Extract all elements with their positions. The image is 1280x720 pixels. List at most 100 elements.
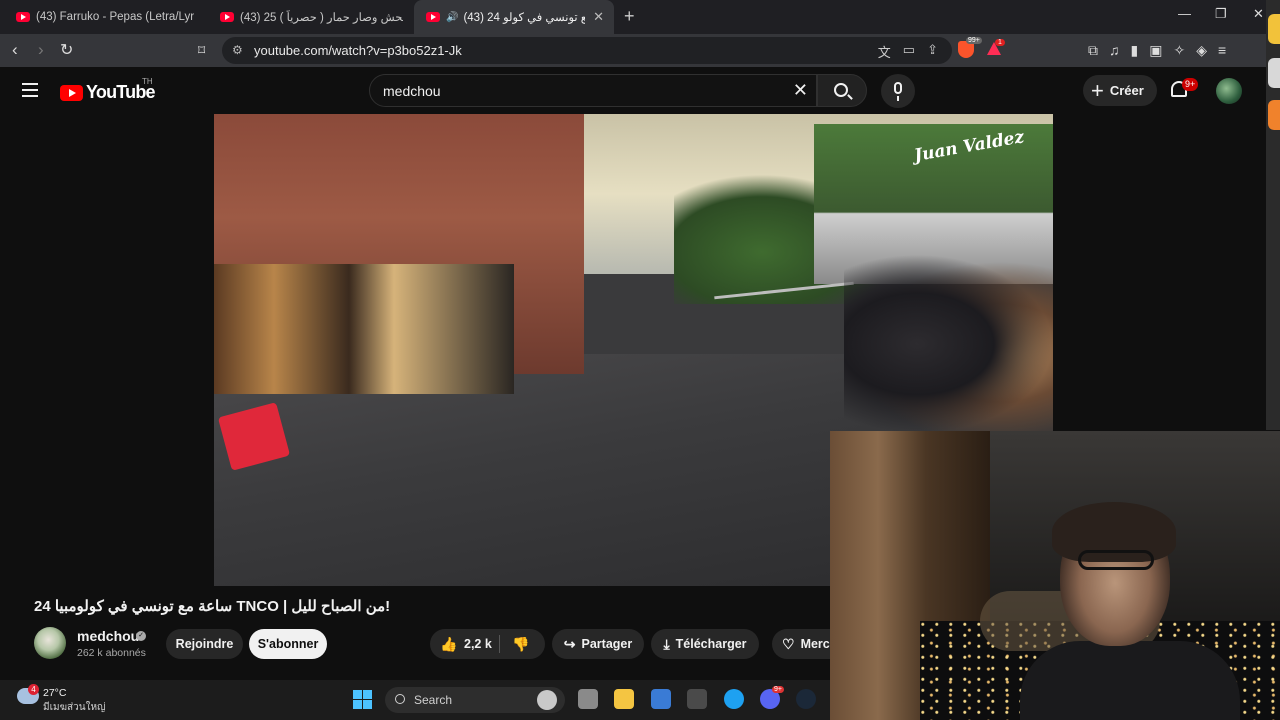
tab-title: (43) كبر الجحش وصار حمار ( حصرياً ) 25 [240,12,403,24]
menu-icon[interactable]: ≡ [1218,42,1226,59]
browser-toolbar: ‹ › ↻ ⌑ ⚙ youtube.com/watch?v=p3bo52z1-J… [0,34,1280,67]
share-label: Partager [581,637,633,651]
heart-dollar-icon: ♡ [782,635,795,652]
webcam-streamer [1020,502,1240,720]
weather-badge: 4 [28,684,39,695]
windows-taskbar: 4 27°C มีเมฆส่วนใหญ่ Search [0,680,830,720]
address-bar[interactable]: ⚙ youtube.com/watch?v=p3bo52z1-Jk 文 ▭ ⇪ [222,37,952,64]
cart-extension-icon[interactable] [1268,58,1280,88]
verified-check-icon: ✓ [136,631,146,641]
youtube-favicon-icon [426,12,440,22]
clear-search-icon[interactable]: ✕ [793,80,808,101]
webcam-overlay [830,431,1280,720]
search-input[interactable]: medchou ✕ [369,74,817,107]
guide-menu-icon[interactable] [22,83,38,97]
wallet-icon[interactable]: ▣ [1149,42,1162,59]
like-dislike-group: 👍 2,2 k 👎 [430,629,545,659]
microphone-icon [894,82,902,94]
subscribe-label: S'abonner [257,637,319,651]
subscribe-button[interactable]: S'abonner [249,629,327,659]
music-icon[interactable]: ♫ [1109,42,1120,59]
screenshot-icon[interactable]: ⧉ [1088,42,1098,59]
thanks-button[interactable]: ♡ Merc [772,629,830,659]
translate-icon[interactable]: 文 [878,42,891,61]
rewards-badge: 1 [995,39,1005,46]
maximize-button[interactable]: ❐ [1215,6,1227,22]
minimize-button[interactable]: — [1178,6,1191,21]
youtube-favicon-icon [220,12,234,22]
microsoft-store-icon[interactable] [651,689,671,709]
share-arrow-icon: ↪ [563,635,576,652]
browser-tab-strip: (43) Farruko - Pepas (Letra/Lyrics) - Yo… [0,0,1280,34]
url-text: youtube.com/watch?v=p3bo52z1-Jk [254,43,462,58]
video-frame-shopfront [214,264,514,394]
extension-icons: ⧉ ♫ ▮ ▣ ✧ ◈ ≡ [1088,42,1226,59]
create-button[interactable]: + Créer [1083,75,1157,106]
youtube-logo[interactable]: YouTube TH [60,77,156,103]
download-label: Télécharger [675,637,747,651]
extension-rail [1266,0,1280,430]
discord-badge: 9+ [772,686,784,693]
dislike-thumb-icon[interactable]: 👎 [512,636,529,653]
site-info-icon[interactable]: ⚙ [232,43,243,57]
tab-title: (43) 24 ساعة مع تونسي في كولو [463,12,586,24]
notification-badge: 9+ [1182,78,1199,91]
search-button[interactable] [817,74,867,107]
plus-icon: + [1091,77,1104,103]
bookmark-icon[interactable]: ⌑ [198,42,205,59]
vpn-icon[interactable]: ◈ [1196,42,1207,59]
tab-current-video[interactable]: 🔊 (43) 24 ساعة مع تونسي في كولو ✕ [414,0,614,34]
youtube-favicon-icon [16,12,30,22]
voice-search-button[interactable] [881,74,915,108]
like-count[interactable]: 2,2 k [464,637,492,651]
like-thumb-icon[interactable]: 👍 [440,636,457,653]
sidebar-icon[interactable]: ▮ [1131,42,1139,59]
search-icon [395,694,405,704]
channel-name[interactable]: medchou [77,628,139,644]
search-icon [834,83,848,97]
leo-ai-icon[interactable]: ✧ [1173,42,1185,59]
edge-browser-icon[interactable] [724,689,744,709]
weather-description[interactable]: มีเมฆส่วนใหญ่ [43,700,106,715]
country-code: TH [142,77,153,86]
app-hexagon-icon[interactable] [687,689,707,709]
cart-extension-icon[interactable] [1268,100,1280,130]
video-title: 24 ساعة مع تونسي في كولومبيا TNCO | من ا… [34,598,391,615]
tab-series[interactable]: (43) كبر الجحش وصار حمار ( حصرياً ) 25 [208,0,413,34]
glasses-icon [1078,550,1154,570]
tab-farruko[interactable]: (43) Farruko - Pepas (Letra/Lyrics) - Yo [4,0,204,34]
screen: (43) Farruko - Pepas (Letra/Lyrics) - Yo… [0,0,1280,720]
cast-icon[interactable]: ▭ [903,42,915,61]
forward-arrow-icon[interactable]: › [38,40,44,60]
video-frame-people [844,254,1053,434]
new-tab-button[interactable]: + [624,6,635,27]
channel-avatar[interactable] [34,627,66,659]
youtube-play-icon [60,84,83,101]
windows-start-icon[interactable] [353,690,372,709]
search-highlight-icon [537,690,557,710]
file-explorer-icon[interactable] [614,689,634,709]
weather-temperature[interactable]: 27°C [43,687,66,699]
close-window-button[interactable]: ✕ [1253,6,1264,22]
download-button[interactable]: ⤓ Télécharger [651,629,759,659]
youtube-header: YouTube TH medchou ✕ + Créer 9+ [0,67,1266,114]
tab-title: (43) Farruko - Pepas (Letra/Lyrics) - Yo [36,11,194,23]
subscriber-count: 262 k abonnés [77,647,146,659]
reload-icon[interactable]: ↻ [60,40,73,60]
close-tab-icon[interactable]: ✕ [585,9,604,25]
share-icon[interactable]: ⇪ [927,42,938,61]
search-query: medchou [383,82,441,99]
taskbar-search-label: Search [414,693,453,707]
share-button[interactable]: ↪ Partager [552,629,644,659]
steam-icon[interactable] [796,689,816,709]
join-button[interactable]: Rejoindre [166,629,243,659]
taskbar-search[interactable]: Search [385,687,565,713]
thanks-label: Merc [800,637,830,651]
cart-extension-icon[interactable] [1268,14,1280,44]
brave-shield-badge: 99+ [966,37,982,44]
create-label: Créer [1109,83,1144,98]
account-avatar[interactable] [1216,78,1242,104]
back-arrow-icon[interactable]: ‹ [12,40,18,60]
download-icon: ⤓ [663,635,670,652]
task-view-icon[interactable] [578,689,598,709]
